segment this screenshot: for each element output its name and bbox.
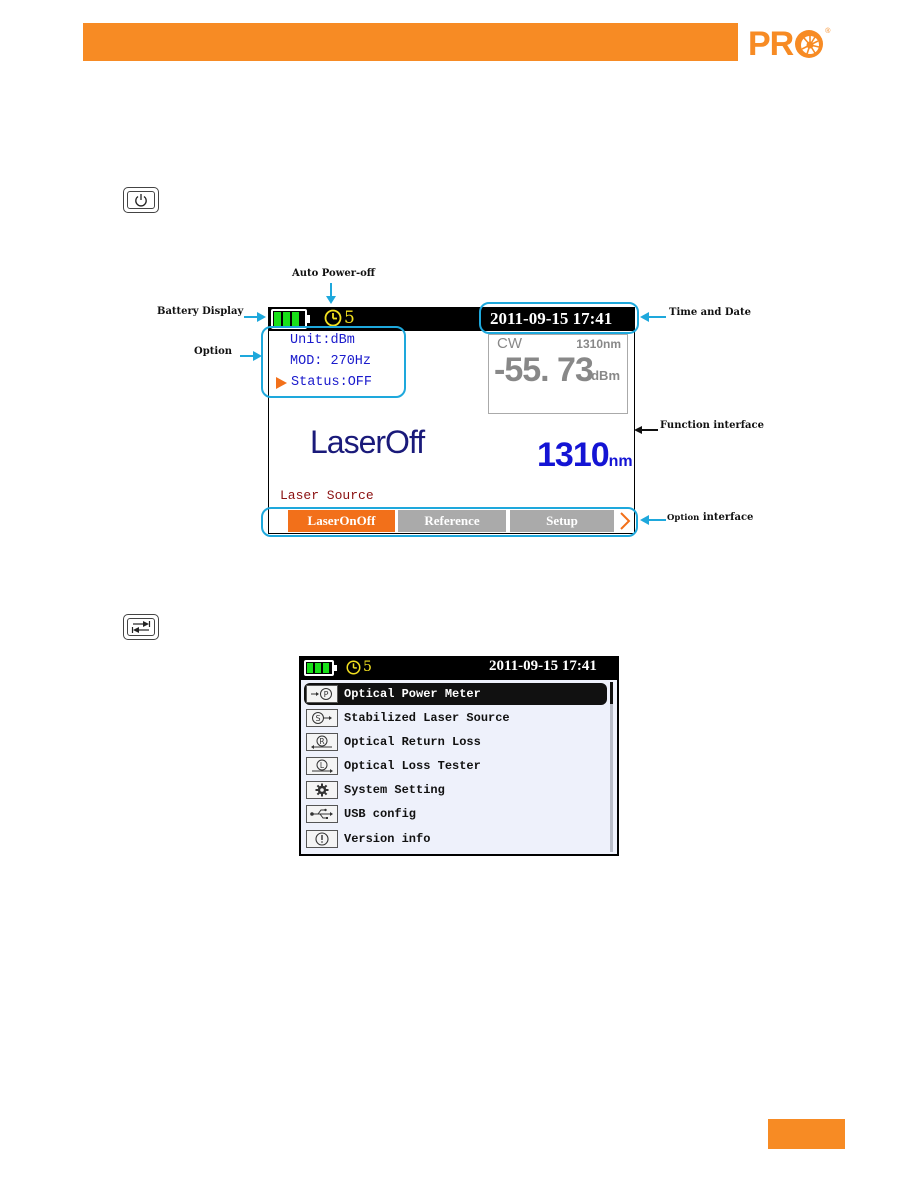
power-icon [135,194,147,207]
menu-item-label: Optical Loss Tester [344,759,481,773]
gear-icon [306,781,338,799]
menu-item-usb-config[interactable]: USB config [304,803,607,825]
clock-icon [346,660,361,674]
option-interface-arrow-icon [640,515,666,525]
switch-arrows-icon [131,621,151,633]
laser-status: LaserOff [310,424,425,460]
function-name: Laser Source [280,488,374,503]
menu-item-optical-loss-tester[interactable]: L Optical Loss Tester [304,755,607,777]
auto-off-minutes: 5 [344,308,355,328]
battery-display-arrow-icon [244,312,266,322]
sun-logo-icon [795,30,824,58]
function-interface-arrow-icon [634,426,658,434]
meter-unit: dBm [591,368,620,383]
menu-item-label: Version info [344,832,431,846]
battery-cell [292,312,299,326]
menu-item-label: System Setting [344,783,445,797]
auto-off-minutes: 5 [363,659,372,675]
clock-icon [324,309,342,327]
battery-cell [315,663,321,673]
option-interface-label-small: Option [667,513,700,523]
time-and-date-label: Time and Date [669,307,752,318]
power-meter-readout: CW 1310nm -55. 73 dBm [488,334,628,414]
svg-text:P: P [324,690,329,699]
return-loss-icon: R [306,733,338,751]
header-bar [83,23,738,61]
svg-text:L: L [320,761,325,770]
option-highlight [261,326,406,398]
page-number-box [768,1119,845,1149]
switch-key [123,614,159,640]
brand-logo-pr: PR [748,25,794,63]
power-key [123,187,159,213]
svg-text:S: S [315,714,320,723]
menu-item-version-info[interactable]: Version info [304,828,607,850]
battery-cell [307,663,313,673]
registered-mark: ® [825,28,831,35]
auto-power-off-label: Auto Power-off [292,268,375,279]
menu-item-optical-power-meter[interactable]: P Optical Power Meter [304,683,607,705]
wavelength-unit: nm [608,453,633,470]
menu-scrollbar[interactable] [610,682,613,852]
battery-indicator [304,660,337,676]
wavelength-value: 1310 [537,436,610,474]
menu-item-label: Optical Power Meter [344,687,481,701]
option-interface-label-rest: interface [702,512,754,523]
svg-text:R: R [319,737,324,746]
info-icon [306,830,338,848]
meter-mode: CW [497,335,522,352]
loss-tester-icon: L [306,757,338,775]
battery-display-label: Battery Display [157,306,244,317]
auto-off-timer: 5 [324,308,355,328]
function-interface-label: Function interface [660,420,764,431]
menu-item-system-setting[interactable]: System Setting [304,779,607,801]
menu-item-optical-return-loss[interactable]: R Optical Return Loss [304,731,607,753]
menu-item-stabilized-laser-source[interactable]: S Stabilized Laser Source [304,707,607,729]
menu-item-label: Stabilized Laser Source [344,711,510,725]
meter-wavelength: 1310nm [576,337,621,351]
wavelength-display: 1310nm [537,436,633,475]
usb-icon [306,805,338,823]
time-and-date-arrow-icon [640,312,666,322]
laser-source-icon: S [306,709,338,727]
option-label: Option [194,346,233,357]
menu-item-label: Optical Return Loss [344,735,481,749]
power-meter-icon: P [306,685,338,703]
option-interface-highlight [261,507,638,537]
battery-cell [274,312,281,326]
auto-power-off-arrow-icon [326,283,336,304]
menu-scrollbar-thumb[interactable] [610,682,613,704]
auto-off-timer: 5 [346,659,372,675]
meter-value: -55. 73 [494,351,594,389]
battery-cell [283,312,290,326]
datetime-display: 2011-09-15 17:41 [489,658,597,674]
time-date-highlight [479,302,639,334]
option-interface-label: Option interface [667,512,753,523]
brand-logo: PRO PR ® [748,26,843,62]
menu-item-label: USB config [344,807,417,821]
battery-cell [323,663,329,673]
